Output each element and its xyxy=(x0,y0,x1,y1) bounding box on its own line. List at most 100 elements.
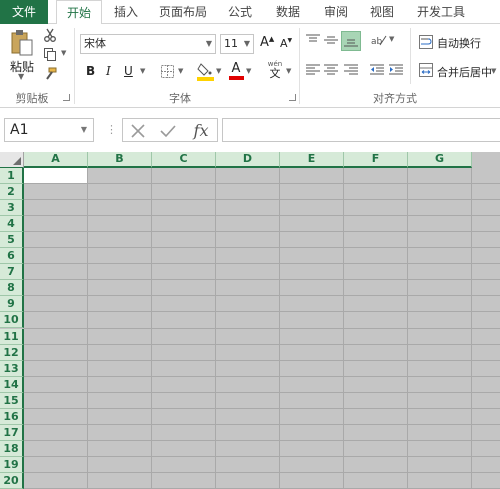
font-color-dropdown-arrow[interactable]: ▼ xyxy=(246,67,251,75)
row-gridline xyxy=(24,231,500,233)
svg-text:ab: ab xyxy=(371,37,383,47)
merge-dropdown-arrow[interactable]: ▼ xyxy=(491,67,496,75)
worksheet-grid[interactable]: ABCDEFG 1 2 3 4 5 6 7 8 9 10 11 12 13 14 15 16 17 18 19 20 xyxy=(0,152,500,489)
tab-file[interactable]: 文件 xyxy=(0,0,48,24)
increase-indent-icon xyxy=(389,64,403,75)
column-header-f[interactable]: F xyxy=(344,152,408,168)
active-cell-a1[interactable] xyxy=(24,168,87,184)
increase-font-button[interactable]: A▲ xyxy=(260,35,274,50)
formula-input[interactable] xyxy=(222,118,500,142)
row-gridline xyxy=(24,391,500,393)
wrap-text-button[interactable]: 自动换行 xyxy=(437,35,481,51)
row-gridline xyxy=(24,327,500,329)
row-header-19[interactable]: 19 xyxy=(0,456,24,473)
row-header-16[interactable]: 16 xyxy=(0,408,24,425)
bold-button[interactable]: B xyxy=(86,64,95,78)
row-header-9[interactable]: 9 xyxy=(0,296,24,313)
row-header-17[interactable]: 17 xyxy=(0,424,24,441)
merge-center-button[interactable]: 合并后居中 xyxy=(437,64,492,80)
row-gridline xyxy=(24,295,500,297)
tab-insert[interactable]: 插入 xyxy=(106,0,146,24)
font-color-icon: A xyxy=(231,61,241,76)
name-box[interactable]: A1 ▼ xyxy=(4,118,94,142)
paste-dropdown-arrow[interactable]: ▼ xyxy=(18,72,24,81)
align-right-button[interactable] xyxy=(343,62,359,78)
row-header-4[interactable]: 4 xyxy=(0,216,24,233)
top-align-button[interactable] xyxy=(305,32,321,48)
row-header-3[interactable]: 3 xyxy=(0,200,24,217)
font-name-select[interactable]: 宋体 ▼ xyxy=(80,34,216,54)
row-header-18[interactable]: 18 xyxy=(0,440,24,457)
decrease-font-button[interactable]: A▼ xyxy=(280,37,292,50)
tab-formulas[interactable]: 公式 xyxy=(220,0,260,24)
format-painter-button[interactable] xyxy=(42,66,58,82)
align-left-button[interactable] xyxy=(305,62,321,78)
decrease-indent-icon xyxy=(370,64,384,75)
row-header-2[interactable]: 2 xyxy=(0,184,24,201)
tab-home[interactable]: 开始 xyxy=(56,0,102,25)
tab-review[interactable]: 审阅 xyxy=(316,0,356,24)
row-gridline xyxy=(24,215,500,217)
italic-button[interactable]: I xyxy=(106,64,111,78)
font-name-value: 宋体 xyxy=(84,37,106,50)
column-header-d[interactable]: D xyxy=(216,152,280,168)
row-header-5[interactable]: 5 xyxy=(0,232,24,249)
row-header-20[interactable]: 20 xyxy=(0,472,24,489)
font-color-button[interactable]: A xyxy=(228,61,244,81)
row-gridline xyxy=(24,311,500,313)
tab-view[interactable]: 视图 xyxy=(362,0,402,24)
row-header-12[interactable]: 12 xyxy=(0,344,24,361)
row-header-13[interactable]: 13 xyxy=(0,360,24,377)
insert-function-button[interactable]: fx xyxy=(189,120,213,140)
clipboard-dialog-launcher[interactable] xyxy=(63,94,70,101)
row-header-10[interactable]: 10 xyxy=(0,312,24,329)
row-header-1[interactable]: 1 xyxy=(0,168,24,185)
fill-color-dropdown-arrow[interactable]: ▼ xyxy=(216,67,221,75)
align-center-button[interactable] xyxy=(323,62,339,78)
copy-dropdown-arrow[interactable]: ▼ xyxy=(61,49,66,57)
borders-button[interactable] xyxy=(160,64,174,78)
row-header-7[interactable]: 7 xyxy=(0,264,24,281)
row-header-14[interactable]: 14 xyxy=(0,376,24,393)
font-size-select[interactable]: 11 ▼ xyxy=(220,34,254,54)
underline-button[interactable]: U xyxy=(124,64,133,78)
row-header-8[interactable]: 8 xyxy=(0,280,24,297)
tab-developer[interactable]: 开发工具 xyxy=(412,0,470,24)
middle-align-button[interactable] xyxy=(323,32,339,48)
chevron-down-icon: ▼ xyxy=(80,125,87,134)
row-header-6[interactable]: 6 xyxy=(0,248,24,265)
column-header-b[interactable]: B xyxy=(88,152,152,168)
row-header-11[interactable]: 11 xyxy=(0,328,24,345)
font-group-label: 字体 xyxy=(169,92,191,105)
borders-dropdown-arrow[interactable]: ▼ xyxy=(178,67,183,75)
phonetic-dropdown-arrow[interactable]: ▼ xyxy=(286,67,291,75)
tab-page-layout[interactable]: 页面布局 xyxy=(154,0,212,24)
cut-button[interactable] xyxy=(42,27,58,43)
column-gridline xyxy=(471,168,472,489)
copy-icon xyxy=(44,48,56,61)
formula-bar-grip[interactable]: ⋮ xyxy=(106,120,117,140)
underline-dropdown-arrow[interactable]: ▼ xyxy=(140,67,145,75)
copy-button[interactable] xyxy=(42,46,58,62)
row-header-15[interactable]: 15 xyxy=(0,392,24,409)
column-header-g[interactable]: G xyxy=(408,152,472,168)
paste-button[interactable] xyxy=(8,28,36,58)
fill-color-button[interactable] xyxy=(197,61,215,81)
column-header-c[interactable]: C xyxy=(152,152,216,168)
row-gridline xyxy=(24,423,500,425)
increase-indent-button[interactable] xyxy=(388,62,404,78)
column-header-e[interactable]: E xyxy=(280,152,344,168)
column-header-a[interactable]: A xyxy=(24,152,88,168)
decrease-indent-button[interactable] xyxy=(369,62,385,78)
font-dialog-launcher[interactable] xyxy=(289,94,296,101)
row-gridline xyxy=(24,279,500,281)
enter-button[interactable] xyxy=(159,122,177,140)
select-all-button[interactable] xyxy=(0,152,24,168)
bottom-align-button[interactable] xyxy=(341,31,361,51)
phonetic-guide-button[interactable]: wén 文 xyxy=(266,59,284,81)
orientation-button[interactable]: ab xyxy=(371,32,387,48)
orientation-dropdown-arrow[interactable]: ▼ xyxy=(389,35,394,43)
cancel-button[interactable] xyxy=(129,122,147,140)
tab-data[interactable]: 数据 xyxy=(268,0,308,24)
paint-bucket-icon xyxy=(197,63,214,81)
